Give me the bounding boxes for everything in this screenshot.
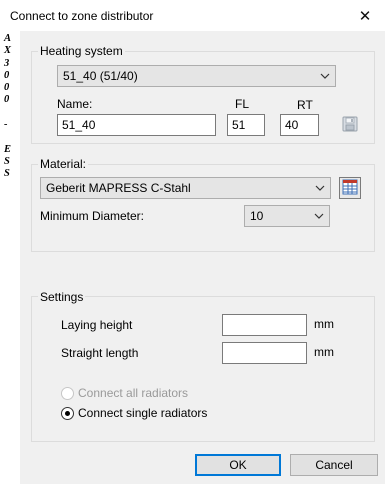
- fl-label: FL: [235, 97, 250, 111]
- heating-system-value: 51_40 (51/40): [63, 69, 138, 83]
- straight-length-label: Straight length: [61, 346, 139, 360]
- side-char: X: [4, 45, 12, 57]
- straight-length-field[interactable]: [222, 342, 307, 364]
- straight-length-unit: mm: [314, 345, 334, 359]
- chevron-down-icon: [315, 178, 325, 198]
- ok-button[interactable]: OK: [195, 454, 281, 476]
- table-icon: [342, 179, 358, 198]
- material-select[interactable]: Geberit MAPRESS C-Stahl: [40, 177, 331, 199]
- laying-height-field[interactable]: [222, 314, 307, 336]
- window-title: Connect to zone distributor: [10, 9, 154, 23]
- side-strip-text: A X 3 0 0 0 - E S S: [4, 33, 16, 181]
- name-label: Name:: [57, 97, 93, 111]
- settings-legend: Settings: [38, 290, 86, 304]
- heating-system-select[interactable]: 51_40 (51/40): [57, 65, 336, 87]
- side-char: 0: [4, 69, 10, 81]
- side-char: [4, 131, 16, 143]
- close-button[interactable]: ✕: [345, 0, 385, 31]
- side-char: S: [4, 168, 10, 180]
- title-bar: Connect to zone distributor ✕: [0, 0, 385, 31]
- chevron-down-icon: [314, 206, 324, 226]
- connect-single-radio[interactable]: Connect single radiators: [61, 406, 207, 420]
- close-icon: ✕: [358, 7, 372, 25]
- save-button[interactable]: [340, 115, 360, 135]
- radio-checked-icon: [61, 406, 74, 420]
- side-char: E: [4, 143, 12, 155]
- material-legend: Material:: [38, 157, 89, 171]
- laying-height-label: Laying height: [61, 318, 133, 332]
- side-char: S: [4, 155, 10, 167]
- side-char: 0: [4, 82, 10, 94]
- connect-single-label: Connect single radiators: [78, 406, 208, 420]
- min-diameter-label: Minimum Diameter:: [40, 209, 145, 223]
- cancel-button[interactable]: Cancel: [290, 454, 378, 476]
- material-table-button[interactable]: [339, 177, 361, 199]
- laying-height-unit: mm: [314, 317, 334, 331]
- min-diameter-select[interactable]: 10: [244, 205, 330, 227]
- chevron-down-icon: [320, 66, 330, 86]
- rt-field[interactable]: 40: [280, 114, 319, 136]
- radio-unchecked-icon: [61, 386, 74, 400]
- name-field[interactable]: 51_40: [57, 114, 216, 136]
- heating-system-legend: Heating system: [38, 44, 125, 58]
- side-char: 3: [4, 57, 10, 69]
- rt-label: RT: [297, 98, 313, 112]
- side-char: [4, 107, 16, 119]
- min-diameter-value: 10: [250, 209, 264, 223]
- floppy-disk-icon: [342, 116, 358, 135]
- side-char: -: [4, 119, 8, 131]
- connect-all-label: Connect all radiators: [78, 386, 189, 400]
- side-char: A: [4, 33, 12, 44]
- side-char: 0: [4, 94, 10, 106]
- fl-field[interactable]: 51: [227, 114, 265, 136]
- connect-all-radio[interactable]: Connect all radiators: [61, 386, 188, 400]
- material-value: Geberit MAPRESS C-Stahl: [46, 181, 191, 195]
